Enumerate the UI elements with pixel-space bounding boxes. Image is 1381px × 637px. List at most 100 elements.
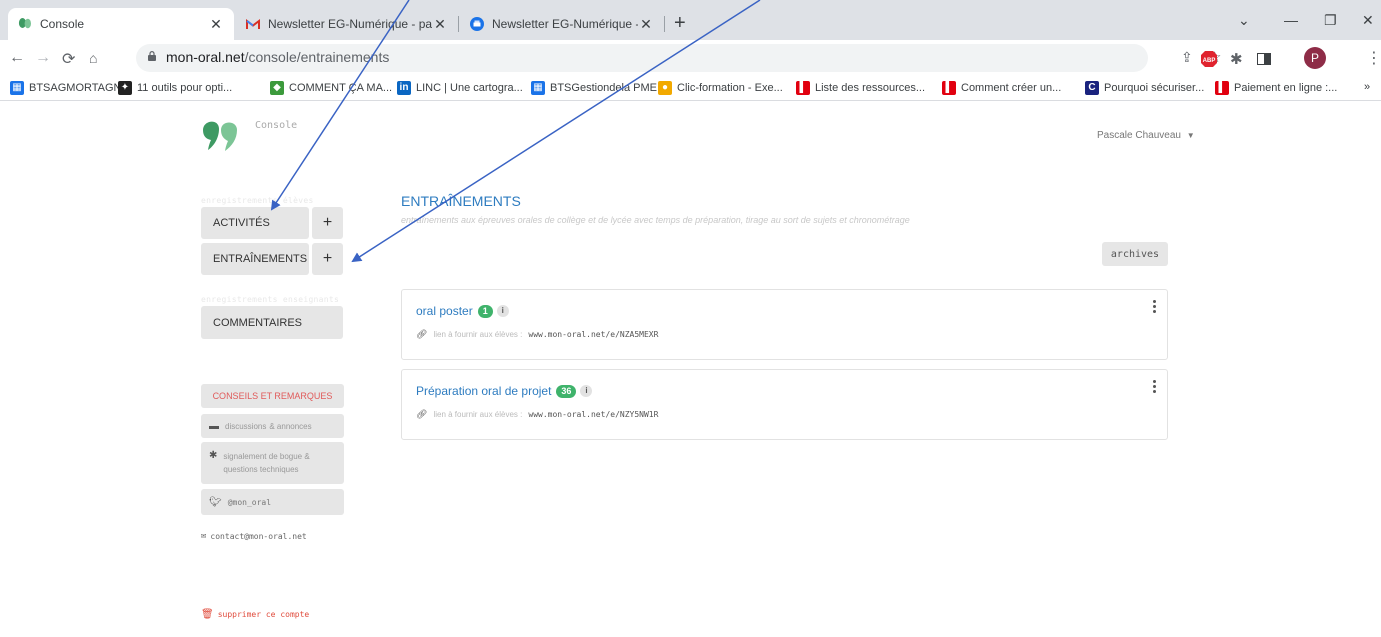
bug-label-2: questions techniques <box>223 465 299 474</box>
c-logo-icon: C <box>1085 81 1099 95</box>
tab-separator <box>458 16 459 32</box>
bookmark-label: LINC | Une cartogra... <box>416 82 523 94</box>
entrainement-name[interactable]: oral poster <box>416 304 473 318</box>
add-activite-button[interactable]: + <box>312 207 343 239</box>
chat-icon: ▬ <box>209 420 219 432</box>
card-link-row: 🔗︎ lien à fournir aux élèves : www.mon-o… <box>416 409 658 420</box>
page-subtitle: entraînements aux épreuves orales de col… <box>401 215 910 225</box>
info-icon[interactable]: i <box>496 305 509 317</box>
kebab-menu-icon[interactable]: ⋮ <box>1366 48 1381 68</box>
bookmark-item[interactable]: C Pourquoi sécuriser... <box>1085 81 1204 95</box>
card-link-row: 🔗︎ lien à fournir aux élèves : www.mon-o… <box>416 329 658 340</box>
tab-title: Newsletter EG-Numérique - pasc <box>268 17 432 31</box>
adblock-icon[interactable]: ABP <box>1200 50 1218 72</box>
bookmark-label: Liste des ressources... <box>815 82 926 94</box>
minimize-icon[interactable]: — <box>1284 12 1298 28</box>
bookmark-item[interactable]: ● Clic-formation - Exe... <box>658 81 783 95</box>
link-icon: 🔗︎ <box>416 409 428 419</box>
close-tab-icon[interactable]: ✕ <box>432 16 448 33</box>
tab-newsletter-gmail[interactable]: Newsletter EG-Numérique - pasc ✕ <box>236 8 458 40</box>
linkedin-icon: in <box>397 81 411 95</box>
close-tab-icon[interactable]: ✕ <box>208 16 224 33</box>
card-title-row: oral poster 1 i <box>416 304 509 318</box>
activites-button[interactable]: ACTIVITÉS <box>201 207 309 239</box>
discussions-label: discussions <box>225 421 267 431</box>
card-menu-icon[interactable] <box>1153 300 1157 315</box>
mon-oral-logo <box>203 121 237 151</box>
republique-icon: ▌ <box>796 81 810 95</box>
url-path: /console/entrainements <box>244 49 390 65</box>
ccm-icon: ◆ <box>270 81 284 95</box>
tab-newsletter-a4[interactable]: Newsletter EG-Numérique - A4 ✕ <box>460 8 664 40</box>
bookmark-item[interactable]: ▌ Liste des ressources... <box>796 81 925 95</box>
bookmark-item[interactable]: ▦ BTSGestiondela PME <box>531 81 657 95</box>
delete-account-link[interactable]: 🗑︎ supprimer ce compte <box>201 609 309 620</box>
link-icon: 🔗︎ <box>416 329 428 339</box>
bug-icon: ✱ <box>209 450 218 461</box>
tab-search-icon[interactable]: ⌄ <box>1238 12 1250 29</box>
add-entrainement-button[interactable]: + <box>312 243 343 275</box>
close-window-icon[interactable]: ✕ <box>1362 12 1374 29</box>
twitter-handle: @mon_oral <box>227 497 272 507</box>
circle-icon: ● <box>658 81 672 95</box>
address-bar[interactable]: mon-oral.net/console/entrainements ⇪ ☆ <box>136 44 1221 72</box>
star-logo-icon: ✦ <box>118 81 132 95</box>
entrainement-card: Préparation oral de projet 36 i 🔗︎ lien … <box>401 369 1168 440</box>
reload-icon[interactable]: ⟳ <box>62 49 75 69</box>
url-host: mon-oral.net <box>166 49 245 65</box>
console-label: Console <box>255 120 298 131</box>
bookmark-label: BTSAGMORTAGNE <box>29 82 129 94</box>
profile-avatar[interactable]: P <box>1304 47 1326 69</box>
new-tab-button[interactable]: + <box>674 12 686 35</box>
more-bookmarks-icon[interactable]: » <box>1364 81 1370 93</box>
link-label: lien à fournir aux élèves : <box>433 330 523 339</box>
student-link-url[interactable]: www.mon-oral.net/e/NZA5MEXR <box>528 330 658 339</box>
bookmarks-bar: ▦ BTSAGMORTAGNE ✦ 11 outils pour opti... ◆ CO… <box>0 78 1381 101</box>
bookmark-item[interactable]: ✦ 11 outils pour opti... <box>118 81 232 95</box>
commentaires-button[interactable]: COMMENTAIRES <box>201 306 343 339</box>
entrainement-name[interactable]: Préparation oral de projet <box>416 384 551 398</box>
bookmark-item[interactable]: in LINC | Une cartogra... <box>397 81 523 95</box>
bookmark-item[interactable]: ◆ COMMENT ÇA MA... <box>270 81 392 95</box>
twitter-link[interactable]: 🐦︎ @mon_oral <box>201 489 344 515</box>
user-menu[interactable]: Pascale Chauveau ▼ <box>1097 130 1195 141</box>
bookmark-label: Comment créer un... <box>961 82 1062 94</box>
back-arrow-icon[interactable]: ← <box>9 49 25 67</box>
tab-console[interactable]: Console ✕ <box>8 8 234 40</box>
conseils-button[interactable]: CONSEILS ET REMARQUES <box>201 384 344 408</box>
restore-icon[interactable]: ❐ <box>1324 12 1337 29</box>
bug-report-link[interactable]: ✱ signalement de bogue & questions techn… <box>201 442 344 484</box>
bookmark-item[interactable]: ▦ BTSAGMORTAGNE <box>10 81 129 95</box>
extensions-puzzle-icon[interactable]: ✱ <box>1230 50 1243 68</box>
link-label: lien à fournir aux élèves : <box>433 410 523 419</box>
card-title-row: Préparation oral de projet 36 i <box>416 384 593 398</box>
mail-icon: ✉ <box>201 531 207 541</box>
delete-account-text: supprimer ce compte <box>217 610 310 619</box>
entrainement-card: oral poster 1 i 🔗︎ lien à fournir aux él… <box>401 289 1168 360</box>
home-icon[interactable]: ⌂ <box>89 50 97 66</box>
mon-oral-favicon <box>18 18 31 29</box>
browser-tab-bar: Console ✕ Newsletter EG-Numérique - pasc… <box>0 0 1381 40</box>
entrainements-button[interactable]: ENTRAÎNEMENTS <box>201 243 309 275</box>
bookmark-label: BTSGestiondela PME <box>550 82 657 94</box>
bookmark-label: COMMENT ÇA MA... <box>289 82 393 94</box>
caret-down-icon: ▼ <box>1186 131 1195 140</box>
share-icon[interactable]: ⇪ <box>1181 49 1193 66</box>
bookmark-item[interactable]: ▌ Paiement en ligne :... <box>1215 81 1337 95</box>
svg-text:ABP: ABP <box>1203 58 1216 64</box>
archives-button[interactable]: archives <box>1102 242 1168 266</box>
lock-icon <box>148 51 156 61</box>
side-panel-icon[interactable] <box>1257 52 1271 69</box>
bookmark-item[interactable]: ▌ Comment créer un... <box>942 81 1061 95</box>
card-menu-icon[interactable] <box>1153 380 1157 395</box>
user-name: Pascale Chauveau <box>1097 130 1181 141</box>
contact-email[interactable]: ✉ contact@mon-oral.net <box>201 531 307 541</box>
forward-arrow-icon[interactable]: → <box>35 49 51 67</box>
student-link-url[interactable]: www.mon-oral.net/e/NZY5NW1R <box>528 410 658 419</box>
discussions-link[interactable]: ▬ discussions & annonces <box>201 414 344 438</box>
close-tab-icon[interactable]: ✕ <box>638 16 654 33</box>
tab-separator <box>664 16 665 32</box>
section-label-students: enregistrements élèves <box>201 196 314 205</box>
trash-icon: 🗑︎ <box>201 609 214 620</box>
info-icon[interactable]: i <box>580 385 593 397</box>
